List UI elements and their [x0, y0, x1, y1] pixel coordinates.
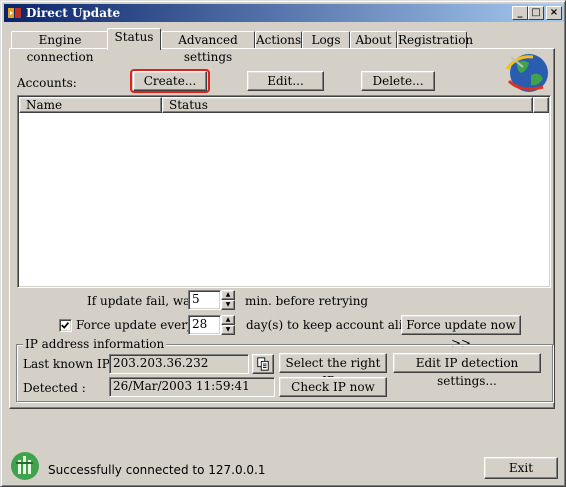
- force-days-suffix-label: day(s) to keep account alive: [246, 318, 417, 332]
- retry-minutes-spinner[interactable]: 5 ▲ ▼: [188, 290, 235, 310]
- exit-button[interactable]: Exit: [484, 457, 558, 479]
- tab-advanced-settings[interactable]: Advanced settings: [161, 31, 255, 64]
- edit-button[interactable]: Edit...: [247, 71, 324, 91]
- retry-prefix-label: If update fail, wait: [87, 294, 199, 308]
- force-days-spinner[interactable]: 28 ▲ ▼: [188, 315, 235, 335]
- force-update-now-button[interactable]: Force update now >>: [401, 315, 521, 350]
- spin-down-icon[interactable]: ▼: [221, 300, 235, 310]
- globe-logo-icon: [505, 54, 548, 92]
- spin-up-icon[interactable]: ▲: [221, 315, 235, 325]
- delete-button[interactable]: Delete...: [361, 71, 435, 91]
- force-update-checkbox[interactable]: [59, 319, 72, 332]
- check-ip-now-button[interactable]: Check IP now: [279, 377, 387, 397]
- accounts-label: Accounts:: [17, 76, 77, 90]
- detected-label: Detected :: [23, 381, 86, 395]
- tab-label: Status: [114, 30, 154, 44]
- force-days-input[interactable]: 28: [188, 315, 221, 335]
- force-update-label: Force update every:: [76, 318, 198, 332]
- accounts-list[interactable]: [17, 95, 551, 288]
- column-header-name[interactable]: Name: [19, 97, 162, 113]
- connection-status-icon: [11, 452, 39, 480]
- ip-group-title: IP address information: [23, 337, 167, 351]
- last-known-ip-field[interactable]: 203.203.36.232: [109, 354, 249, 374]
- title-bar[interactable]: Direct Update _ □ ×: [4, 4, 564, 22]
- select-right-ip-button[interactable]: Select the right IP...: [279, 353, 387, 388]
- tab-label: About: [355, 33, 392, 47]
- close-button[interactable]: ×: [546, 6, 562, 20]
- copy-icon: [257, 357, 269, 371]
- maximize-button[interactable]: □: [528, 6, 544, 20]
- tab-status[interactable]: Status: [107, 28, 161, 50]
- column-header-spacer: [533, 97, 549, 113]
- column-header-status[interactable]: Status: [162, 97, 533, 113]
- minimize-button[interactable]: _: [512, 6, 528, 20]
- spin-down-icon[interactable]: ▼: [221, 325, 235, 335]
- edit-ip-detection-button[interactable]: Edit IP detection settings...: [393, 353, 541, 388]
- checkmark-icon: [61, 321, 70, 329]
- spin-up-icon[interactable]: ▲: [221, 290, 235, 300]
- tab-label: Logs: [311, 33, 341, 47]
- retry-suffix-label: min. before retrying: [245, 294, 369, 308]
- tab-logs[interactable]: Logs: [302, 31, 350, 49]
- tab-registration[interactable]: Registration: [397, 31, 473, 49]
- window-title: Direct Update: [26, 6, 121, 20]
- status-message: Successfully connected to 127.0.0.1: [48, 463, 266, 477]
- main-window: Direct Update _ □ × Engine connection St…: [0, 0, 566, 487]
- app-icon: [8, 8, 21, 18]
- copy-ip-button[interactable]: [252, 354, 274, 374]
- detected-time-field[interactable]: 26/Mar/2003 11:59:41: [109, 377, 275, 397]
- retry-minutes-input[interactable]: 5: [188, 290, 221, 310]
- tab-about[interactable]: About: [350, 31, 397, 49]
- tab-label: Registration: [398, 33, 474, 47]
- create-button[interactable]: Create...: [133, 71, 207, 91]
- last-known-ip-label: Last known IP :: [23, 357, 118, 371]
- tab-engine-connection[interactable]: Engine connection: [11, 31, 109, 64]
- tab-label: Actions: [256, 33, 302, 47]
- tab-actions[interactable]: Actions: [255, 31, 302, 49]
